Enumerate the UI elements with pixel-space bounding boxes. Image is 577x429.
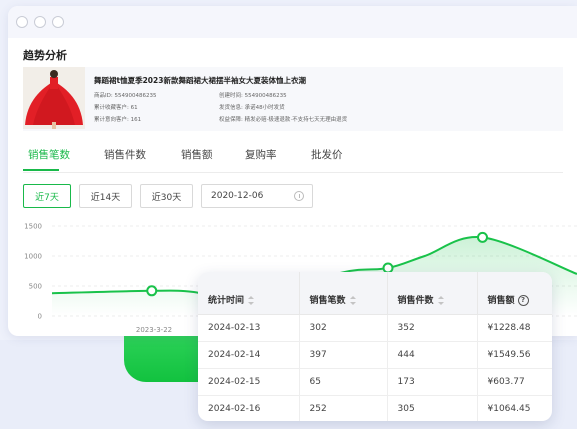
table-header-row: 统计时间 销售笔数 销售件数 销售额? (198, 272, 552, 315)
tab-sales-units[interactable]: 销售件数 (104, 147, 146, 162)
sort-icon[interactable] (349, 296, 357, 306)
window-titlebar (8, 6, 577, 38)
tab-revenue[interactable]: 销售额 (181, 147, 213, 162)
meta-label: 商品ID: (94, 93, 113, 99)
table-cell: 302 (299, 314, 388, 342)
y-tick-label: 500 (29, 283, 42, 291)
column-header-orders[interactable]: 销售笔数 (299, 272, 388, 315)
tab-wholesale-price[interactable]: 批发价 (311, 147, 343, 162)
meta-value: 61 (130, 105, 138, 111)
meta-favorites: 累计收藏客户: 61 (94, 103, 138, 111)
meta-label: 发货信息: (219, 105, 243, 111)
meta-value: 554900486235 (114, 93, 157, 99)
table-cell: 2024-02-13 (198, 314, 300, 342)
meta-value: 精发必赔·极速退款·不支持七天无理由退货 (244, 117, 348, 123)
meta-guarantee: 权益保障: 精发必赔·极速退款·不支持七天无理由退货 (219, 115, 347, 123)
x-tick-label: 2023-3-22 (136, 326, 172, 334)
product-name: 舞蹈裙t恤夏季2023新款舞蹈裙大裙摆半袖女大夏装体恤上衣潮 (94, 76, 306, 85)
data-point[interactable] (477, 231, 488, 243)
range-14-days-button[interactable]: 近14天 (79, 184, 132, 208)
active-tab-indicator (23, 169, 59, 171)
meta-label: 权益保障: (219, 117, 243, 123)
table-cell: ¥1064.45 (477, 395, 552, 421)
date-picker-input[interactable]: 2020-12-06 (201, 184, 313, 208)
sales-table: 统计时间 销售笔数 销售件数 销售额? 2024-02-13 302 352 ¥122… (198, 272, 552, 421)
meta-value: 554900486235 (244, 93, 287, 99)
y-tick-label: 1000 (24, 253, 42, 261)
column-header-units[interactable]: 销售件数 (387, 272, 478, 315)
meta-created: 创建时间: 554900486235 (219, 91, 287, 99)
table-row[interactable]: 2024-02-15 65 173 ¥603.77 (198, 368, 552, 396)
table-cell: 444 (387, 341, 478, 369)
meta-product-id: 商品ID: 554900486235 (94, 91, 156, 99)
table-row[interactable]: 2024-02-16 252 305 ¥1064.45 (198, 395, 552, 421)
table-row[interactable]: 2024-02-14 397 444 ¥1549.56 (198, 341, 552, 369)
table-row[interactable]: 2024-02-13 302 352 ¥1228.48 (198, 314, 552, 342)
tab-repurchase[interactable]: 复购率 (245, 147, 277, 162)
table-cell: ¥1549.56 (477, 341, 552, 369)
y-tick-label: 0 (38, 313, 42, 321)
tab-sales-orders[interactable]: 销售笔数 (28, 147, 70, 162)
table-cell: 397 (299, 341, 388, 369)
section-title: 趋势分析 (23, 49, 67, 62)
meta-label: 创建时间: (219, 93, 243, 99)
metric-tabs: 销售笔数 销售件数 销售额 复购率 批发价 (23, 147, 563, 173)
meta-label: 累计收藏客户: (94, 105, 129, 111)
data-table-card: 统计时间 销售笔数 销售件数 销售额? 2024-02-13 302 352 ¥122… (198, 272, 552, 421)
column-header-date[interactable]: 统计时间 (198, 272, 300, 315)
table-cell: 2024-02-14 (198, 341, 300, 369)
sort-icon[interactable] (437, 296, 445, 306)
product-image (23, 67, 85, 129)
y-tick-label: 1500 (24, 223, 42, 231)
dancer-image-icon (23, 67, 85, 129)
column-header-revenue[interactable]: 销售额? (477, 272, 552, 315)
help-icon[interactable]: ? (517, 295, 529, 307)
table-cell: 252 (299, 395, 388, 421)
table-cell: 173 (387, 368, 478, 396)
table-cell: 2024-02-15 (198, 368, 300, 396)
meta-value: 161 (130, 117, 142, 123)
table-cell: 305 (387, 395, 478, 421)
sort-icon[interactable] (248, 296, 255, 306)
table-cell: 2024-02-16 (198, 395, 300, 421)
window-dot-icon[interactable] (34, 16, 46, 28)
data-point[interactable] (146, 285, 158, 297)
meta-intent: 累计意向客户: 161 (94, 115, 141, 123)
table-cell: ¥1228.48 (477, 314, 552, 342)
meta-label: 累计意向客户: (94, 117, 129, 123)
clock-icon[interactable] (294, 191, 304, 201)
window-dot-icon[interactable] (16, 16, 28, 28)
date-value: 2020-12-06 (211, 191, 264, 201)
table-cell: 352 (387, 314, 478, 342)
product-card: 舞蹈裙t恤夏季2023新款舞蹈裙大裙摆半袖女大夏装体恤上衣潮 商品ID: 554… (23, 67, 563, 131)
range-30-days-button[interactable]: 近30天 (140, 184, 193, 208)
table-cell: 65 (299, 368, 388, 396)
range-7-days-button[interactable]: 近7天 (23, 184, 71, 208)
meta-shipping: 发货信息: 承诺48小时发货 (219, 103, 285, 111)
meta-value: 承诺48小时发货 (244, 105, 285, 111)
table-cell: ¥603.77 (477, 368, 552, 396)
window-dot-icon[interactable] (52, 16, 64, 28)
